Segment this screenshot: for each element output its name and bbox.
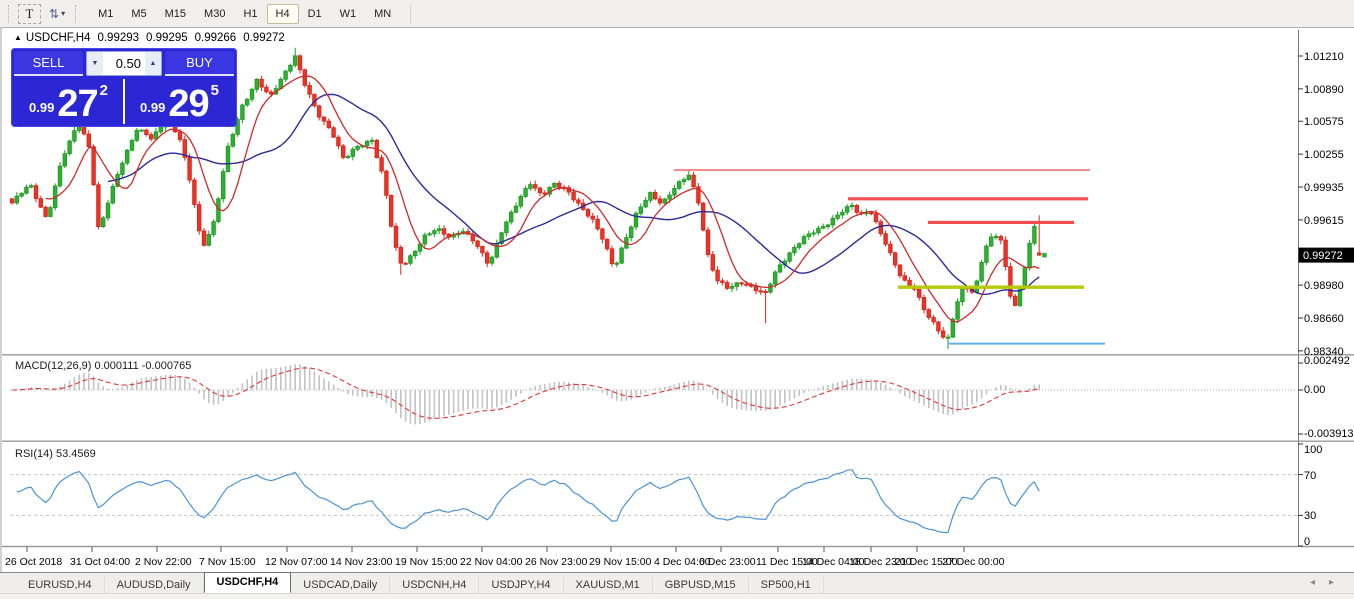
timeframe-button-m15[interactable]: M15 [156,4,195,24]
chevron-down-icon: ▾ [61,10,65,18]
svg-text:12 Nov 07:00: 12 Nov 07:00 [265,556,328,568]
tabs-scroll-right-button[interactable]: ▸ [1329,577,1348,588]
timeframe-button-mn[interactable]: MN [365,4,400,24]
macd-axis-label: 0.002492 [1304,355,1350,367]
chart-tab-gbpusd-m15[interactable]: GBPUSD,M15 [653,577,749,593]
symbol-marker-icon: ▲ [14,33,22,42]
timeframe-button-m1[interactable]: M1 [89,4,122,24]
macd-label: MACD(12,26,9) 0.000111 -0.000765 [15,360,191,372]
volume-increase-button[interactable]: ▲ [145,52,161,75]
timeframe-button-h1[interactable]: H1 [234,4,266,24]
chart-window: 1.012101.008901.005751.002550.999350.996… [0,27,1354,572]
svg-text:19 Nov 15:00: 19 Nov 15:00 [395,556,458,568]
volume-stepper: ▼ ▲ [86,51,162,76]
chart-title: ▲ USDCHF,H4 0.99293 0.99295 0.99266 0.99272 [14,32,285,44]
chart-tab-eurusd-h4[interactable]: EURUSD,H4 [16,577,105,593]
buy-price-panel[interactable]: 0.99 29 5 [125,79,234,124]
chart-tab-bar: EURUSD,H4AUDUSD,DailyUSDCHF,H4USDCAD,Dai… [0,572,1354,593]
macd-histogram [12,364,1039,424]
svg-text:7 Nov 15:00: 7 Nov 15:00 [199,556,256,568]
chart-symbol-label: USDCHF,H4 [26,32,91,44]
sell-button[interactable]: SELL [14,51,83,76]
svg-text:22 Nov 04:00: 22 Nov 04:00 [460,556,523,568]
last-price-marker [1042,253,1047,258]
chart-tab-xauusd-m1[interactable]: XAUUSD,M1 [564,577,653,593]
svg-text:27 Dec 00:00: 27 Dec 00:00 [942,556,1005,568]
sell-price-panel[interactable]: 0.99 27 2 [14,79,123,124]
svg-text:0.98980: 0.98980 [1304,280,1344,292]
ohlc-low-value: 0.99266 [195,32,237,44]
rsi-label: RSI(14) 53.4569 [15,448,96,460]
svg-text:26 Nov 23:00: 26 Nov 23:00 [525,556,588,568]
svg-text:2 Nov 22:00: 2 Nov 22:00 [135,556,192,568]
chart-tabs: EURUSD,H4AUDUSD,DailyUSDCHF,H4USDCAD,Dai… [16,573,824,593]
status-bar [0,593,1354,599]
svg-text:1.00255: 1.00255 [1304,149,1344,161]
buy-price-prefix: 0.99 [140,100,165,115]
buy-button[interactable]: BUY [165,51,234,76]
svg-text:0.98660: 0.98660 [1304,313,1344,325]
macd-axis-label: 0.00 [1304,384,1325,396]
ohlc-close-value: 0.99272 [243,32,285,44]
cursor-arrows-button[interactable]: ⇅ ▾ [44,4,70,24]
timeframe-button-w1[interactable]: W1 [331,4,366,24]
rsi-axis-label: 100 [1304,444,1322,456]
sell-price-prefix: 0.99 [29,100,54,115]
svg-text:6 Dec 23:00: 6 Dec 23:00 [699,556,756,568]
toolbar-grip [8,5,13,23]
svg-text:29 Nov 15:00: 29 Nov 15:00 [589,556,652,568]
sell-price-pip: 2 [100,82,108,99]
toolbar-grip [75,5,80,23]
timeframe-button-m30[interactable]: M30 [195,4,234,24]
top-toolbar: T ⇅ ▾ M1M5M15M30H1H4D1W1MN [0,0,1354,28]
svg-text:14 Nov 23:00: 14 Nov 23:00 [330,556,393,568]
buy-price-big: 29 [168,89,208,120]
svg-text:0.99935: 0.99935 [1304,182,1344,194]
volume-decrease-button[interactable]: ▼ [87,52,103,75]
volume-input[interactable] [103,52,145,75]
timeframe-button-d1[interactable]: D1 [299,4,331,24]
rsi-axis-label: 70 [1304,470,1316,482]
timeframe-toolbar: M1M5M15M30H1H4D1W1MN [89,4,400,24]
ohlc-high-value: 0.99295 [146,32,188,44]
timeframe-button-m5[interactable]: M5 [122,4,155,24]
current-price-tag: 0.99272 [1299,248,1354,263]
svg-text:26 Oct 2018: 26 Oct 2018 [5,556,62,568]
chart-tab-usdcnh-h4[interactable]: USDCNH,H4 [390,577,479,593]
arrows-icon: ⇅ [49,8,59,20]
svg-text:0.99272: 0.99272 [1303,250,1343,262]
tabs-scroll-left-button[interactable]: ◂ [1310,577,1329,588]
sell-price-big: 27 [57,89,97,120]
ohlc-open-value: 0.99293 [97,32,139,44]
one-click-trading-panel: SELL ▼ ▲ BUY 0.99 27 2 0.99 29 5 [11,48,237,127]
rsi-axis-label: 0 [1304,536,1310,548]
chart-tab-sp500-h1[interactable]: SP500,H1 [749,577,824,593]
svg-text:0.99615: 0.99615 [1304,215,1344,227]
timeframe-button-h4[interactable]: H4 [267,4,299,24]
rsi-line [17,470,1039,533]
svg-text:31 Oct 04:00: 31 Oct 04:00 [70,556,130,568]
svg-text:1.00575: 1.00575 [1304,116,1344,128]
chart-tab-audusd-daily[interactable]: AUDUSD,Daily [105,577,204,593]
chart-tab-usdjpy-h4[interactable]: USDJPY,H4 [479,577,563,593]
price-axis[interactable]: 1.01210 1.00890 1.00575 1.00255 0.99935 0.996… [1298,51,1344,358]
rsi-axis-label: 30 [1304,510,1316,522]
macd-axis-label: -0.003913 [1304,428,1354,440]
date-axis[interactable]: 26 Oct 2018 31 Oct 04:00 2 Nov 22:00 7 Nov … [5,547,1005,568]
toolbar-separator [410,4,411,24]
text-tool-button[interactable]: T [18,4,41,24]
mt4-window: T ⇅ ▾ M1M5M15M30H1H4D1W1MN 1.01210 1.0089… [0,0,1354,598]
svg-text:1.00890: 1.00890 [1304,84,1344,96]
buy-price-pip: 5 [211,82,219,99]
chart-tab-usdcad-daily[interactable]: USDCAD,Daily [291,577,390,593]
chart-tab-usdchf-h4[interactable]: USDCHF,H4 [204,572,292,593]
svg-text:1.01210: 1.01210 [1304,51,1344,63]
